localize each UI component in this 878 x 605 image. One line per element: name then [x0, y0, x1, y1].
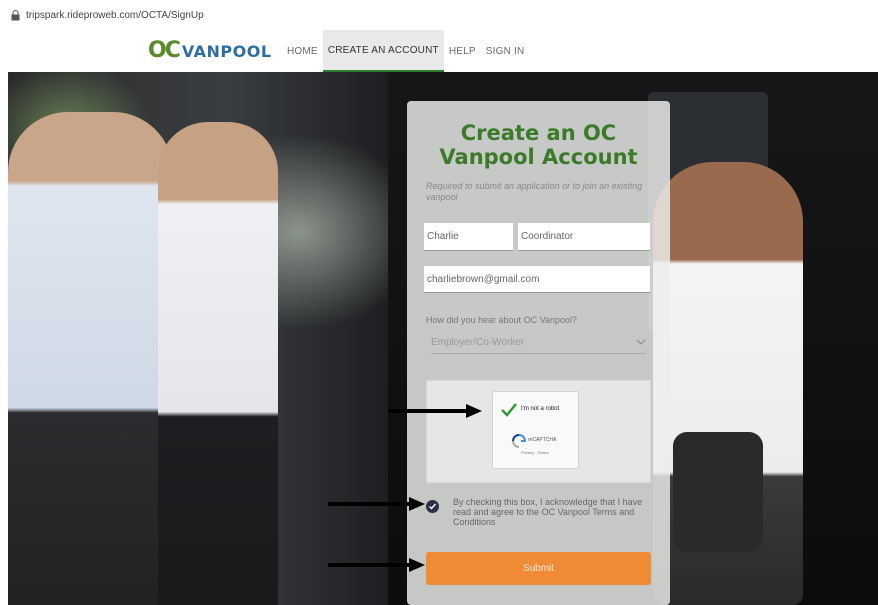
recaptcha-container: I'm not a robot reCAPTCHA Privacy - Term…	[426, 380, 651, 483]
logo-vanpool: VANPOOL	[181, 42, 272, 61]
lock-icon	[8, 8, 22, 22]
terms-agreement: By checking this box, I acknowledge that…	[426, 497, 651, 537]
person-left	[8, 112, 173, 605]
checkmark-icon[interactable]	[500, 401, 518, 419]
recaptcha-label: I'm not a robot	[521, 406, 560, 412]
oc-vanpool-logo[interactable]: OC VANPOOL	[148, 38, 272, 63]
handbag	[673, 432, 763, 552]
email-field[interactable]: charliebrown@gmail.com	[424, 266, 650, 293]
first-name-field[interactable]: Charlie	[424, 223, 513, 251]
url-text[interactable]: tripspark.rideproweb.com/OCTA/SignUp	[26, 10, 204, 21]
recaptcha-brand: reCAPTCHA	[528, 437, 557, 443]
nav-help[interactable]: HELP	[444, 30, 481, 72]
nav-home[interactable]: HOME	[282, 30, 323, 72]
submit-button[interactable]: Submit	[426, 552, 651, 585]
referral-label: How did you hear about OC Vanpool?	[426, 315, 577, 325]
form-subtitle: Required to submit an application or to …	[426, 181, 643, 202]
nav-sign-in[interactable]: SIGN IN	[481, 30, 530, 72]
recaptcha-logo-icon	[512, 434, 527, 448]
browser-address-bar[interactable]: tripspark.rideproweb.com/OCTA/SignUp	[0, 0, 878, 30]
terms-text: By checking this box, I acknowledge that…	[453, 497, 643, 527]
logo-oc: OC	[148, 38, 181, 63]
last-name-field[interactable]: Coordinator	[518, 223, 650, 251]
referral-dropdown[interactable]: Employer/Co-Worker	[431, 337, 646, 354]
page-title: Create an OC Vanpool Account	[439, 121, 638, 169]
site-header: OC VANPOOL HOME CREATE AN ACCOUNT HELP S…	[0, 30, 878, 72]
arrow-right-icon	[328, 497, 425, 511]
terms-checkbox[interactable]	[426, 500, 439, 513]
main-menu: HOME CREATE AN ACCOUNT HELP SIGN IN	[282, 30, 529, 72]
person-middle	[158, 122, 278, 605]
nav-create-account[interactable]: CREATE AN ACCOUNT	[322, 30, 444, 72]
arrow-right-icon	[328, 558, 425, 572]
arrow-right-icon	[388, 404, 482, 418]
chevron-down-icon[interactable]	[636, 337, 646, 348]
signup-card: Create an OC Vanpool Account Required to …	[407, 101, 670, 605]
referral-select[interactable]: How did you hear about OC Vanpool? Emplo…	[426, 315, 651, 354]
recaptcha-widget[interactable]: I'm not a robot reCAPTCHA Privacy - Term…	[492, 391, 579, 469]
referral-value: Employer/Co-Worker	[431, 337, 525, 348]
recaptcha-privacy-terms[interactable]: Privacy - Terms	[521, 450, 548, 455]
